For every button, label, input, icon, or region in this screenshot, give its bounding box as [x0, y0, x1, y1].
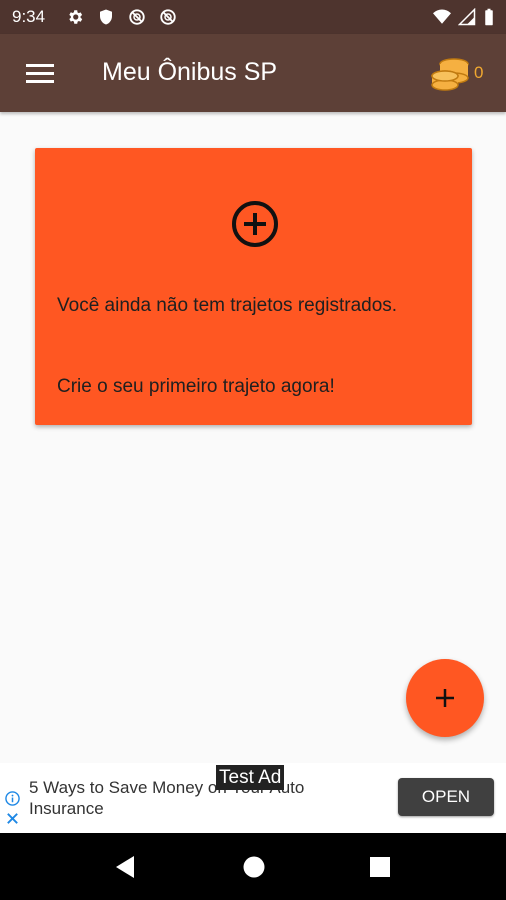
- menu-icon[interactable]: [24, 59, 56, 87]
- empty-routes-card[interactable]: Você ainda não tem trajetos registrados.…: [35, 148, 472, 425]
- shield-icon: [100, 9, 112, 25]
- blocked-icon: [160, 9, 176, 25]
- info-icon[interactable]: [5, 791, 20, 806]
- close-icon[interactable]: [5, 811, 20, 826]
- gear-icon: [69, 10, 83, 24]
- blocked-icon: [129, 9, 145, 25]
- add-circle-icon[interactable]: [231, 200, 279, 248]
- back-icon[interactable]: [112, 854, 138, 880]
- coins-icon[interactable]: [430, 56, 470, 92]
- navigation-bar: [0, 833, 506, 900]
- coin-count: 0: [474, 63, 484, 82]
- empty-cta: Crie o seu primeiro trajeto agora!: [57, 376, 335, 397]
- app-title: Meu Ônibus SP: [102, 58, 278, 86]
- test-ad-label: Test Ad: [216, 765, 285, 790]
- status-bar: 9:34: [0, 0, 506, 34]
- empty-message: Você ainda não tem trajetos registrados.: [57, 295, 398, 316]
- battery-icon: [485, 8, 493, 26]
- home-icon[interactable]: [241, 854, 267, 880]
- signal-icon: [458, 8, 476, 26]
- ad-open-button[interactable]: OPEN: [398, 778, 494, 816]
- add-route-fab[interactable]: [406, 659, 484, 737]
- app-bar: Meu Ônibus SP 0: [0, 34, 506, 112]
- status-time: 9:34: [12, 7, 46, 26]
- recents-icon[interactable]: [367, 854, 393, 880]
- plus-icon: [436, 689, 454, 707]
- ad-text: 5 Ways to Save Money on Your Auto Insura…: [29, 778, 305, 818]
- wifi-icon: [433, 9, 451, 24]
